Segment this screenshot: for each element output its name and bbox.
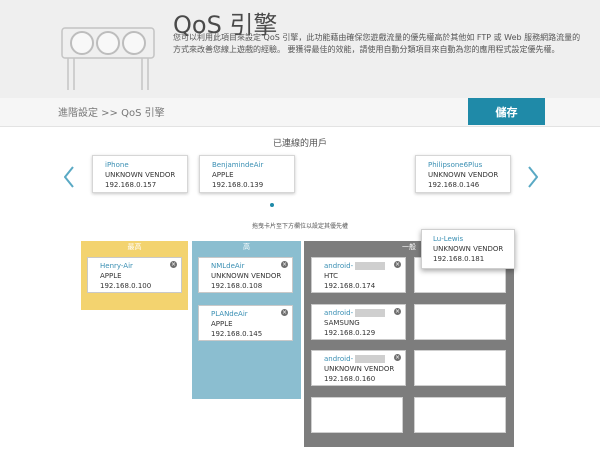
chevron-right-icon[interactable] [528,166,538,188]
client-name: BenjamindeAir [212,161,264,169]
client-ip: 192.168.0.174 [324,282,376,290]
client-card[interactable]: Philipsone6Plus UNKNOWN VENDOR 192.168.0… [415,155,511,193]
priority-column-normal[interactable]: 一般 × android- HTC 192.168.0.174 × androi… [304,241,514,447]
priority-column-high[interactable]: 高 × NMLdeAir UNKNOWN VENDOR 192.168.0.10… [192,241,301,399]
client-card[interactable]: × android- SAMSUNG 192.168.0.129 [311,304,406,340]
client-vendor: APPLE [212,171,234,179]
client-name: android- [324,355,354,363]
breadcrumb-bar: 進階設定 >> QoS 引擎 儲存 [0,98,600,127]
redacted-mark [355,309,386,317]
client-card[interactable]: × NMLdeAir UNKNOWN VENDOR 192.168.0.108 [198,257,293,293]
client-card[interactable]: × android- HTC 192.168.0.174 [311,257,406,293]
breadcrumb[interactable]: 進階設定 >> QoS 引擎 [58,104,165,119]
client-vendor: UNKNOWN VENDOR [105,171,176,179]
client-ip: 192.168.0.181 [433,255,485,263]
client-name: android- [324,262,354,270]
client-name: Philipsone6Plus [428,161,483,169]
client-name: Henry-Air [100,262,133,270]
client-ip: 192.168.0.160 [324,375,376,383]
client-ip: 192.168.0.157 [105,181,157,189]
client-vendor: HTC [324,272,339,280]
priority-label: 最高 [127,243,142,251]
client-ip: 192.168.0.100 [100,282,152,290]
priority-label: 高 [243,243,250,251]
redacted-mark [355,262,386,270]
carousel-page-indicator[interactable] [270,203,274,207]
remove-icon[interactable]: × [394,354,401,361]
page-header: QoS 引擎 您可以利用此項目來設定 QoS 引擎，此功能藉由確保您遊戲流量的優… [0,0,600,98]
client-name: PLANdeAir [211,310,248,318]
client-vendor: UNKNOWN VENDOR [211,272,282,280]
remove-icon[interactable]: × [170,261,177,268]
priority-column-highest[interactable]: 最高 × Henry-Air APPLE 192.168.0.100 [81,241,188,310]
remove-icon[interactable]: × [394,261,401,268]
dragging-client-card[interactable]: Lu-Lewis UNKNOWN VENDOR 192.168.0.181 [421,229,515,269]
client-name: Lu-Lewis [433,235,464,243]
client-card[interactable]: × Henry-Air APPLE 192.168.0.100 [87,257,182,293]
empty-slot[interactable] [414,304,506,340]
remove-icon[interactable]: × [281,309,288,316]
client-ip: 192.168.0.139 [212,181,264,189]
remove-icon[interactable]: × [281,261,288,268]
client-vendor: UNKNOWN VENDOR [324,365,395,373]
client-vendor: UNKNOWN VENDOR [433,245,504,253]
client-ip: 192.168.0.129 [324,329,376,337]
client-name: NMLdeAir [211,262,245,270]
router-traffic-icon [61,27,155,90]
client-vendor: APPLE [100,272,122,280]
client-ip: 192.168.0.108 [211,282,263,290]
chevron-left-icon[interactable] [64,166,74,188]
client-name: iPhone [105,161,129,169]
client-vendor: APPLE [211,320,233,328]
redacted-mark [355,355,386,363]
client-name: android- [324,309,354,317]
remove-icon[interactable]: × [394,308,401,315]
client-card[interactable]: × android- UNKNOWN VENDOR 192.168.0.160 [311,350,406,386]
client-vendor: UNKNOWN VENDOR [428,171,499,179]
client-ip: 192.168.0.146 [428,181,480,189]
client-ip: 192.168.0.145 [211,330,263,338]
client-card[interactable]: BenjamindeAir APPLE 192.168.0.139 [199,155,295,193]
empty-slot[interactable] [414,350,506,386]
client-vendor: SAMSUNG [324,319,360,327]
client-card[interactable]: × PLANdeAir APPLE 192.168.0.145 [198,305,293,341]
page-description: 您可以利用此項目來設定 QoS 引擎，此功能藉由確保您遊戲流量的優先權高於其他如… [173,33,581,54]
client-card[interactable]: iPhone UNKNOWN VENDOR 192.168.0.157 [92,155,188,193]
connected-clients-title: 已連線的用戶 [272,139,327,149]
save-button[interactable]: 儲存 [468,98,545,125]
empty-slot[interactable] [414,397,506,433]
empty-slot[interactable] [311,397,403,433]
